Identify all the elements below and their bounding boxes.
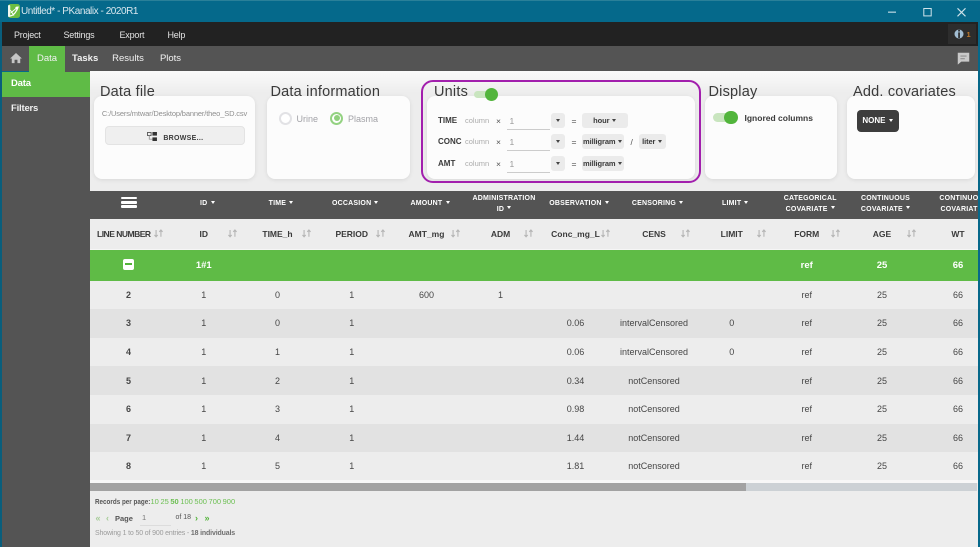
svg-text:1: 1 — [967, 30, 971, 39]
